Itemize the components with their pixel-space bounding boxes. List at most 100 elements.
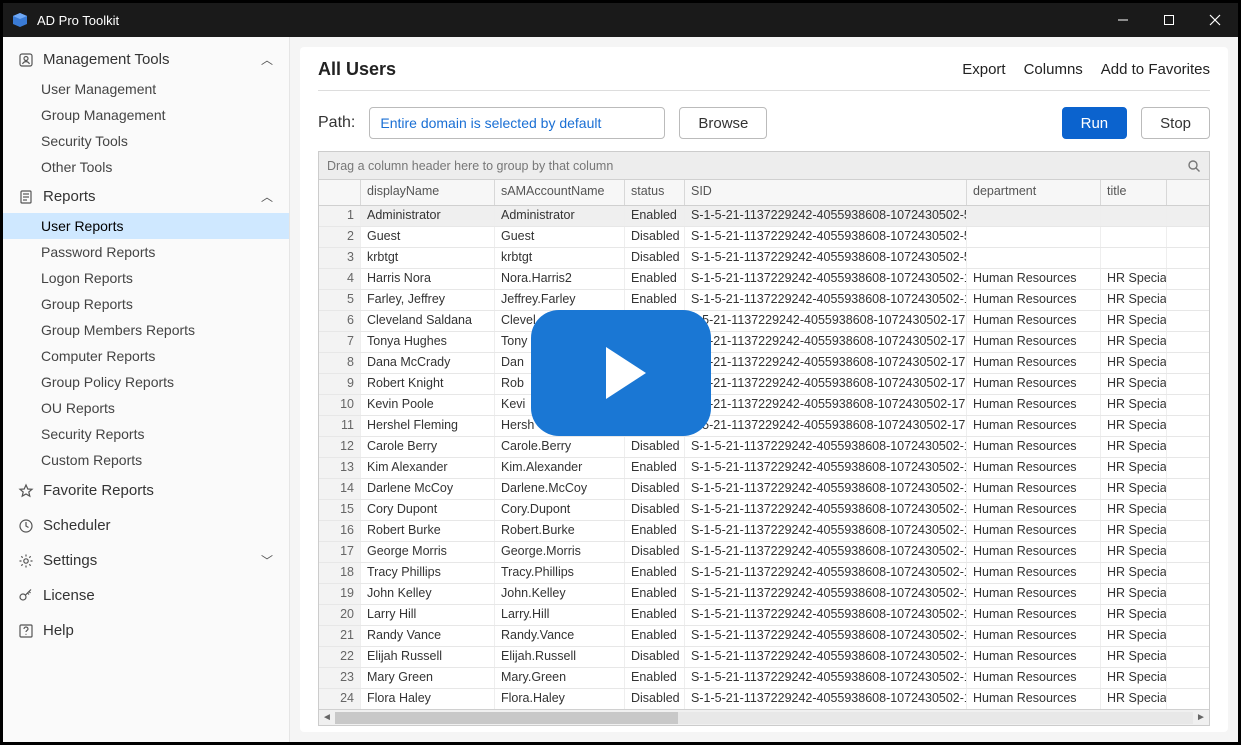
table-row[interactable]: 13Kim AlexanderKim.AlexanderEnabledS-1-5… [319, 458, 1209, 479]
sidebar-item[interactable]: Custom Reports [3, 447, 289, 473]
export-link[interactable]: Export [962, 61, 1005, 78]
table-row[interactable]: 7Tonya HughesTony1-5-21-1137229242-40559… [319, 332, 1209, 353]
sidebar-item[interactable]: OU Reports [3, 395, 289, 421]
table-row[interactable]: 5Farley, JeffreyJeffrey.FarleyEnabledS-1… [319, 290, 1209, 311]
cell-sid: 1-5-21-1137229242-4055938608-1072430502-… [685, 311, 967, 331]
cell-department: Human Resources [967, 353, 1101, 373]
sidebar-item[interactable]: Other Tools [3, 154, 289, 180]
table-row[interactable]: 8Dana McCradyDan1-5-21-1137229242-405593… [319, 353, 1209, 374]
close-button[interactable] [1192, 3, 1238, 37]
table-row[interactable]: 17George MorrisGeorge.MorrisDisabledS-1-… [319, 542, 1209, 563]
run-button[interactable]: Run [1062, 107, 1128, 139]
cell-status: Disabled [625, 647, 685, 667]
video-play-button[interactable] [531, 310, 711, 436]
cell-title: HR Specialist [1101, 332, 1167, 352]
column-sid[interactable]: SID [685, 180, 967, 205]
cell-sid: S-1-5-21-1137229242-4055938608-107243050… [685, 458, 967, 478]
cell-rownum: 18 [319, 563, 361, 583]
maximize-button[interactable] [1146, 3, 1192, 37]
table-row[interactable]: 3krbtgtkrbtgtDisabledS-1-5-21-1137229242… [319, 248, 1209, 269]
table-row[interactable]: 2GuestGuestDisabledS-1-5-21-1137229242-4… [319, 227, 1209, 248]
sidebar-item[interactable]: Logon Reports [3, 265, 289, 291]
sidebar-item[interactable]: Group Policy Reports [3, 369, 289, 395]
sidebar-item[interactable]: Group Reports [3, 291, 289, 317]
scroll-left-icon[interactable]: ◄ [319, 712, 335, 723]
cell-displayname: Tonya Hughes [361, 332, 495, 352]
cell-rownum: 14 [319, 479, 361, 499]
sidebar-item[interactable]: User Management [3, 76, 289, 102]
sidebar-item[interactable]: Password Reports [3, 239, 289, 265]
group-by-bar[interactable]: Drag a column header here to group by th… [319, 152, 1209, 180]
add-favorites-link[interactable]: Add to Favorites [1101, 61, 1210, 78]
table-row[interactable]: 14Darlene McCoyDarlene.McCoyDisabledS-1-… [319, 479, 1209, 500]
table-row[interactable]: 15Cory DupontCory.DupontDisabledS-1-5-21… [319, 500, 1209, 521]
cell-sam: Elijah.Russell [495, 647, 625, 667]
cell-sid: 1-5-21-1137229242-4055938608-1072430502-… [685, 416, 967, 436]
cell-sid: S-1-5-21-1137229242-4055938608-107243050… [685, 647, 967, 667]
stop-button[interactable]: Stop [1141, 107, 1210, 139]
browse-button[interactable]: Browse [679, 107, 767, 139]
sidebar-item[interactable]: Security Reports [3, 421, 289, 447]
table-row[interactable]: 12Carole BerryCarole.BerryDisabledS-1-5-… [319, 437, 1209, 458]
table-row[interactable]: 23Mary GreenMary.GreenEnabledS-1-5-21-11… [319, 668, 1209, 689]
cell-displayname: John Kelley [361, 584, 495, 604]
table-row[interactable]: 16Robert BurkeRobert.BurkeEnabledS-1-5-2… [319, 521, 1209, 542]
table-row[interactable]: 24Flora HaleyFlora.HaleyDisabledS-1-5-21… [319, 689, 1209, 709]
cell-title: HR Specialist [1101, 647, 1167, 667]
table-row[interactable]: 6Cleveland SaldanaClevelEnabled1-5-21-11… [319, 311, 1209, 332]
column-title[interactable]: title [1101, 180, 1167, 205]
sidebar-settings[interactable]: Settings ﹀ [3, 543, 289, 578]
minimize-button[interactable] [1100, 3, 1146, 37]
table-row[interactable]: 9Robert KnightRob1-5-21-1137229242-40559… [319, 374, 1209, 395]
cell-department: Human Resources [967, 584, 1101, 604]
sidebar-item[interactable]: Computer Reports [3, 343, 289, 369]
cell-sid: S-1-5-21-1137229242-4055938608-107243050… [685, 689, 967, 709]
table-row[interactable]: 4Harris NoraNora.Harris2EnabledS-1-5-21-… [319, 269, 1209, 290]
cell-displayname: Larry Hill [361, 605, 495, 625]
table-row[interactable]: 19John KelleyJohn.KelleyEnabledS-1-5-21-… [319, 584, 1209, 605]
column-rownum[interactable] [319, 180, 361, 205]
columns-link[interactable]: Columns [1024, 61, 1083, 78]
sidebar-group-reports[interactable]: Reports ︿ [3, 180, 289, 213]
cell-sam: Kim.Alexander [495, 458, 625, 478]
sidebar-group-management[interactable]: Management Tools ︿ [3, 43, 289, 76]
cell-sam: Flora.Haley [495, 689, 625, 709]
cell-department: Human Resources [967, 521, 1101, 541]
sidebar-favorite-reports[interactable]: Favorite Reports [3, 473, 289, 508]
sidebar-group-label: Reports [43, 188, 261, 205]
cell-sam: krbtgt [495, 248, 625, 268]
table-row[interactable]: 1AdministratorAdministratorEnabledS-1-5-… [319, 206, 1209, 227]
table-row[interactable]: 10Kevin PooleKevi1-5-21-1137229242-40559… [319, 395, 1209, 416]
column-displayname[interactable]: displayName [361, 180, 495, 205]
grid-body[interactable]: 1AdministratorAdministratorEnabledS-1-5-… [319, 206, 1209, 709]
horizontal-scrollbar[interactable]: ◄ ► [319, 709, 1209, 725]
sidebar-help[interactable]: Help [3, 613, 289, 648]
cell-displayname: Darlene McCoy [361, 479, 495, 499]
table-row[interactable]: 21Randy VanceRandy.VanceEnabledS-1-5-21-… [319, 626, 1209, 647]
cell-status: Disabled [625, 542, 685, 562]
scroll-right-icon[interactable]: ► [1193, 712, 1209, 723]
cell-department: Human Resources [967, 479, 1101, 499]
table-row[interactable]: 20Larry HillLarry.HillEnabledS-1-5-21-11… [319, 605, 1209, 626]
search-icon[interactable] [1187, 159, 1201, 173]
column-department[interactable]: department [967, 180, 1101, 205]
table-row[interactable]: 11Hershel FlemingHersh1-5-21-1137229242-… [319, 416, 1209, 437]
path-input[interactable] [369, 107, 665, 139]
cell-sam: Tracy.Phillips [495, 563, 625, 583]
sidebar-item[interactable]: Group Members Reports [3, 317, 289, 343]
cell-sid: 1-5-21-1137229242-4055938608-1072430502-… [685, 332, 967, 352]
sidebar-scheduler[interactable]: Scheduler [3, 508, 289, 543]
column-status[interactable]: status [625, 180, 685, 205]
cell-sid: S-1-5-21-1137229242-4055938608-107243050… [685, 521, 967, 541]
table-row[interactable]: 22Elijah RussellElijah.RussellDisabledS-… [319, 647, 1209, 668]
table-row[interactable]: 18Tracy PhillipsTracy.PhillipsEnabledS-1… [319, 563, 1209, 584]
cell-title: HR Specialist [1101, 626, 1167, 646]
sidebar-item[interactable]: Group Management [3, 102, 289, 128]
cell-status: Disabled [625, 479, 685, 499]
cell-rownum: 11 [319, 416, 361, 436]
cell-rownum: 5 [319, 290, 361, 310]
sidebar-item[interactable]: Security Tools [3, 128, 289, 154]
sidebar-item[interactable]: User Reports [3, 213, 289, 239]
sidebar-license[interactable]: License [3, 578, 289, 613]
column-samaccountname[interactable]: sAMAccountName [495, 180, 625, 205]
